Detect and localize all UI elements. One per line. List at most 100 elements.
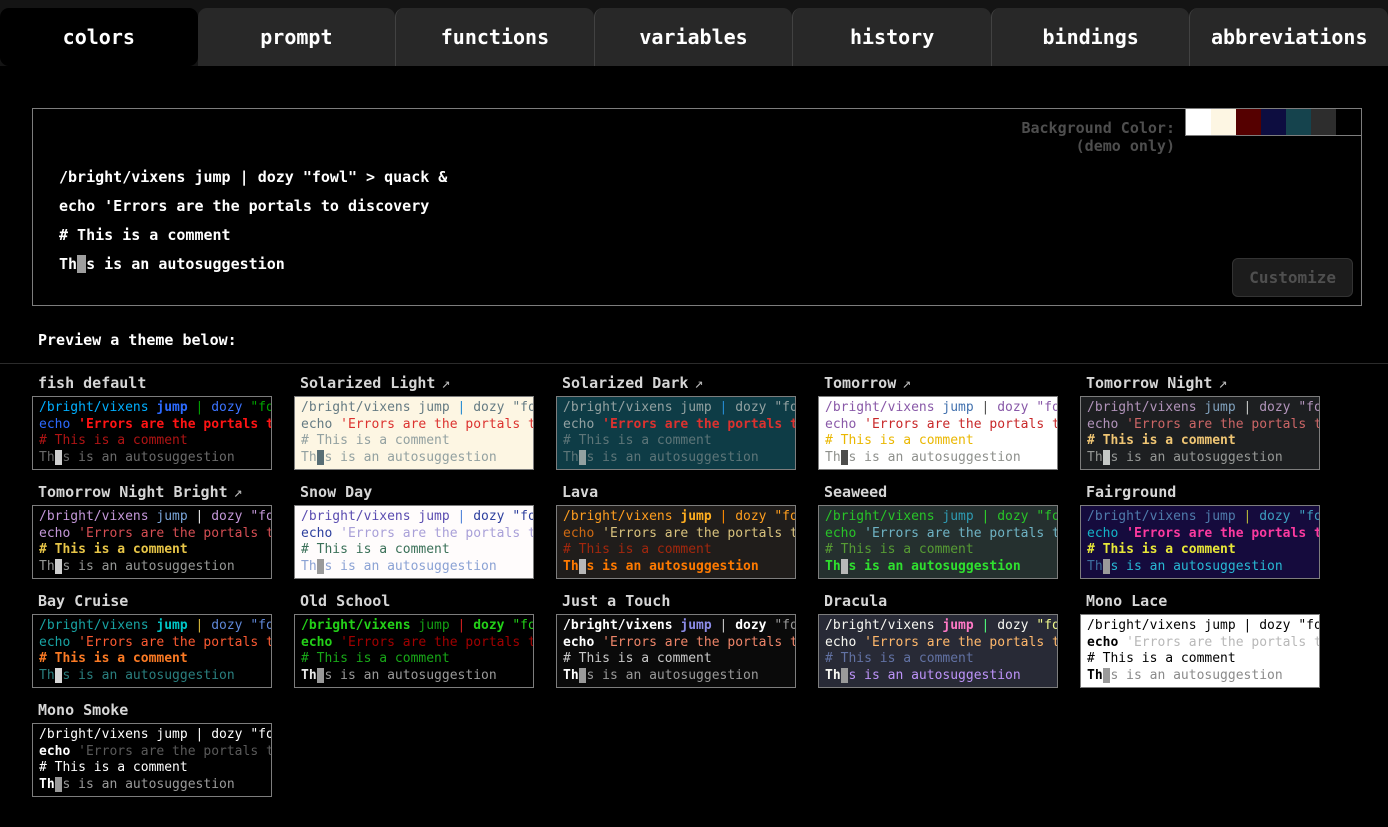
segment-comment: # This is a comment — [563, 433, 712, 448]
segment-path: /bright/vixens — [825, 400, 935, 415]
background-swatch-0[interactable] — [1186, 109, 1211, 135]
theme-title: Just a Touch — [562, 592, 796, 610]
theme-name: Tomorrow Night — [1086, 374, 1212, 392]
theme-preview-seaweed[interactable]: /bright/vixens jump | dozy "fowl" > quac… — [818, 505, 1058, 579]
theme-title: Lava — [562, 483, 796, 501]
segment-plain — [1236, 618, 1244, 633]
segment-jump: jump — [680, 509, 711, 524]
theme-name: Seaweed — [824, 483, 887, 501]
terminal-line: This is an autosuggestion — [825, 668, 1057, 685]
theme-preview-solarized-dark[interactable]: /bright/vixens jump | dozy "fowl" > quac… — [556, 396, 796, 470]
terminal-line: /bright/vixens jump | dozy "fowl" > quac… — [39, 509, 271, 526]
terminal-line: echo 'Errors are the portals to discover… — [563, 526, 795, 543]
external-link-icon[interactable]: ↗ — [441, 374, 450, 392]
theme-title: Tomorrow Night ↗ — [1086, 374, 1320, 392]
tab-prompt[interactable]: prompt — [198, 8, 396, 66]
terminal-line: /bright/vixens jump | dozy "fowl" > quac… — [825, 509, 1057, 526]
theme-preview-lava[interactable]: /bright/vixens jump | dozy "fowl" > quac… — [556, 505, 796, 579]
theme-preview-tomorrow-night[interactable]: /bright/vixens jump | dozy "fowl" > quac… — [1080, 396, 1320, 470]
theme-name: Bay Cruise — [38, 592, 128, 610]
terminal-line: # This is a comment — [301, 651, 533, 668]
tab-bindings[interactable]: bindings — [991, 8, 1190, 66]
terminal-line: echo 'Errors are the portals to discover… — [1087, 526, 1319, 543]
theme-preview-fairground[interactable]: /bright/vixens jump | dozy "fowl" > quac… — [1080, 505, 1320, 579]
color-preview-panel: Background Color: (demo only) /bright/vi… — [32, 108, 1362, 306]
segment-path: /bright/vixens — [1087, 509, 1197, 524]
theme-card-lava: Lava/bright/vixens jump | dozy "fowl" > … — [556, 483, 796, 579]
tab-variables[interactable]: variables — [594, 8, 793, 66]
theme-preview-snow-day[interactable]: /bright/vixens jump | dozy "fowl" > quac… — [294, 505, 534, 579]
segment-jump: jump — [156, 727, 187, 742]
theme-title: Seaweed — [824, 483, 1058, 501]
background-swatch-2[interactable] — [1236, 109, 1261, 135]
segment-echo: echo — [1087, 417, 1118, 432]
theme-preview-fish-default[interactable]: /bright/vixens jump | dozy "fowl" > quac… — [32, 396, 272, 470]
segment-path: /bright/vixens — [563, 509, 673, 524]
segment-plain — [1118, 526, 1126, 541]
terminal-line: echo 'Errors are the portals to discover… — [59, 192, 447, 221]
segment-path: /bright/vixens — [825, 509, 935, 524]
background-color-label-line1: Background Color: — [1021, 119, 1175, 137]
segment-autosuggest: s is an autosuggestion — [324, 450, 496, 465]
segment-plain — [332, 635, 340, 650]
segment-path: /bright/vixens — [301, 618, 411, 633]
segment-quote: "fowl" > quack & — [250, 727, 272, 742]
terminal-line: echo 'Errors are the portals to discover… — [563, 635, 795, 652]
background-swatch-5[interactable] — [1311, 109, 1336, 135]
theme-preview-just-a-touch[interactable]: /bright/vixens jump | dozy "fowl" > quac… — [556, 614, 796, 688]
external-link-icon[interactable]: ↗ — [902, 374, 911, 392]
segment-error: 'Errors are the portals to discovery — [104, 197, 429, 215]
terminal-line: This is an autosuggestion — [563, 559, 795, 576]
segment-jump: jump — [418, 509, 449, 524]
theme-preview-solarized-light[interactable]: /bright/vixens jump | dozy "fowl" > quac… — [294, 396, 534, 470]
segment-autosuggest: s is an autosuggestion — [848, 668, 1020, 683]
cursor-block: i — [77, 255, 86, 273]
segment-echo: echo — [563, 526, 594, 541]
theme-preview-tomorrow[interactable]: /bright/vixens jump | dozy "fowl" > quac… — [818, 396, 1058, 470]
theme-preview-dracula[interactable]: /bright/vixens jump | dozy "fowl" > quac… — [818, 614, 1058, 688]
terminal-line: echo 'Errors are the portals to discover… — [39, 417, 271, 434]
segment-plain — [231, 168, 240, 186]
theme-preview-tomorrow-night-bright[interactable]: /bright/vixens jump | dozy "fowl" > quac… — [32, 505, 272, 579]
theme-name: Dracula — [824, 592, 887, 610]
segment-plain — [974, 509, 982, 524]
tab-functions[interactable]: functions — [395, 8, 594, 66]
theme-card-dracula: Dracula/bright/vixens jump | dozy "fowl"… — [818, 592, 1058, 688]
terminal-line: This is an autosuggestion — [39, 777, 271, 794]
external-link-icon[interactable]: ↗ — [1218, 374, 1227, 392]
segment-plain — [450, 618, 458, 633]
segment-autosuggest_start: Th — [1087, 450, 1103, 465]
terminal-line: # This is a comment — [563, 542, 795, 559]
segment-echo: echo — [825, 526, 856, 541]
background-swatch-6[interactable] — [1336, 109, 1361, 135]
terminal-line: /bright/vixens jump | dozy "fowl" > quac… — [825, 400, 1057, 417]
segment-jump: jump — [942, 509, 973, 524]
background-swatch-1[interactable] — [1211, 109, 1236, 135]
terminal-line: This is an autosuggestion — [39, 450, 271, 467]
tab-history[interactable]: history — [792, 8, 991, 66]
terminal-line: echo 'Errors are the portals to discover… — [825, 526, 1057, 543]
themes-heading: Preview a theme below: — [38, 331, 237, 349]
external-link-icon[interactable]: ↗ — [694, 374, 703, 392]
customize-button[interactable]: Customize — [1232, 258, 1353, 297]
segment-echo: echo — [39, 744, 70, 759]
theme-title: Dracula — [824, 592, 1058, 610]
terminal-line: echo 'Errors are the portals to discover… — [1087, 635, 1319, 652]
theme-preview-bay-cruise[interactable]: /bright/vixens jump | dozy "fowl" > quac… — [32, 614, 272, 688]
tab-colors[interactable]: colors — [0, 8, 198, 66]
tab-abbreviations[interactable]: abbreviations — [1189, 8, 1388, 66]
segment-autosuggest: s is an autosuggestion — [1110, 668, 1282, 683]
theme-preview-mono-lace[interactable]: /bright/vixens jump | dozy "fowl" > quac… — [1080, 614, 1320, 688]
segment-jump: jump — [156, 509, 187, 524]
external-link-icon[interactable]: ↗ — [234, 483, 243, 501]
background-swatch-4[interactable] — [1286, 109, 1311, 135]
segment-quote: "fowl" > quack & — [250, 509, 272, 524]
theme-preview-mono-smoke[interactable]: /bright/vixens jump | dozy "fowl" > quac… — [32, 723, 272, 797]
segment-quote: "fowl" > quack & — [1036, 400, 1058, 415]
background-swatch-3[interactable] — [1261, 109, 1286, 135]
theme-preview-old-school[interactable]: /bright/vixens jump | dozy "fowl" > quac… — [294, 614, 534, 688]
theme-card-tomorrow: Tomorrow↗/bright/vixens jump | dozy "fow… — [818, 374, 1058, 470]
terminal-line: This is an autosuggestion — [825, 559, 1057, 576]
theme-card-tomorrow-night: Tomorrow Night ↗ /bright/vixens jump | doz… — [1080, 374, 1320, 470]
segment-quote: "fowl" > quack & — [250, 618, 272, 633]
